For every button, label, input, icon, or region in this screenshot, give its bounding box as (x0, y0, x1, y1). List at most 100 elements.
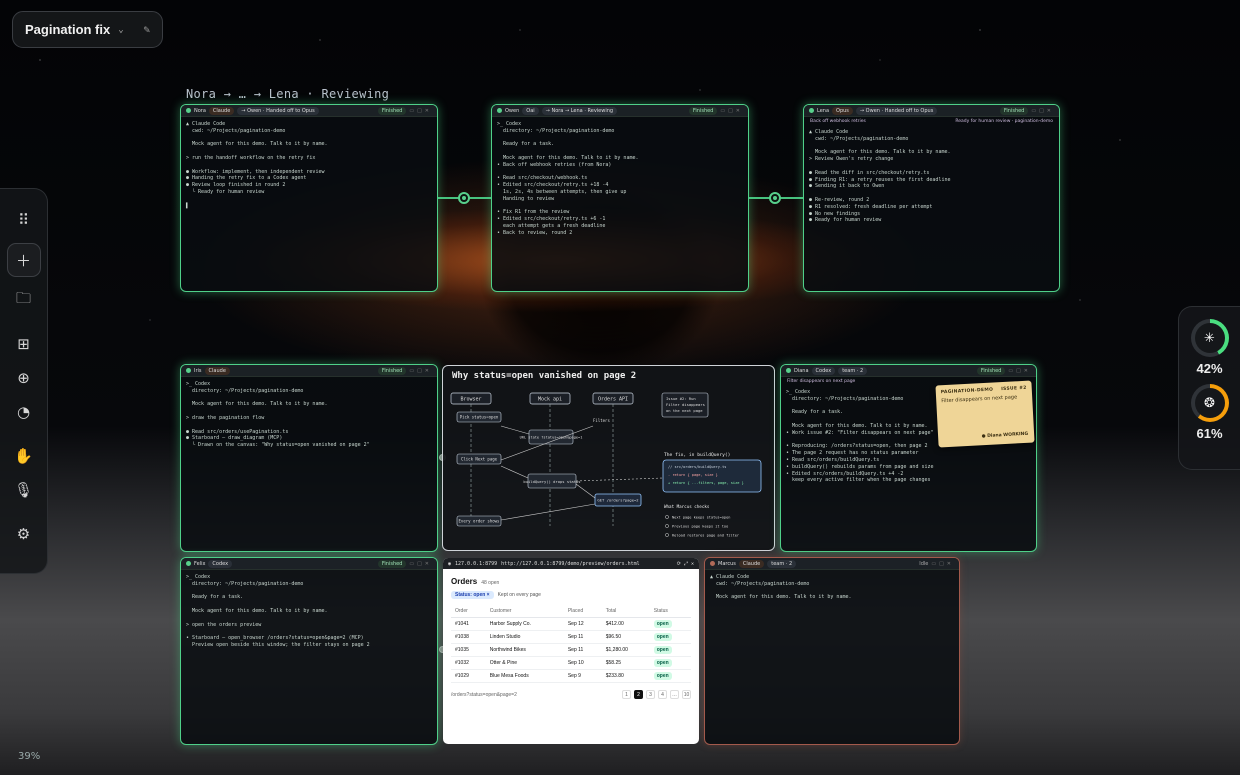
table-row[interactable]: #1035 Northwind Bikes Sep 11 $1,280.00 open (451, 643, 691, 657)
agent-window-iris[interactable]: Iris Claude Finished ▭□✕ >_ Codex direct… (180, 364, 438, 552)
terminal-output[interactable]: >_ Codex directory: ~/Projects/paginatio… (181, 570, 437, 653)
table-row[interactable]: #1041 Harbor Supply Co. Sep 12 $412.00 open (451, 617, 691, 631)
terminal-output[interactable]: >_ Codex directory: ~/Projects/paginatio… (492, 117, 748, 241)
table-row[interactable]: #1038 Linden Studio Sep 11 $96.50 open (451, 630, 691, 644)
column-header[interactable]: Total (601, 605, 650, 618)
page-button[interactable]: 1 (622, 690, 631, 699)
handoff-node[interactable] (769, 192, 781, 204)
table-cell: Harbor Supply Co. (485, 617, 564, 631)
window-controls-icon[interactable]: ▭□✕ (931, 561, 954, 567)
window-titlebar[interactable]: Owen Oai → Nora → Lena · Reviewing Finis… (492, 105, 748, 117)
terminal-output[interactable]: ▲ Claude Code cwd: ~/Projects/pagination… (181, 117, 437, 213)
window-controls-icon[interactable]: ▭□✕ (409, 368, 432, 374)
pagination-flow-diagram[interactable]: Browser Mock api Orders API Pick status=… (442, 365, 775, 551)
window-titlebar[interactable]: Marcus Claude team · 2 Idle ▭□✕ (705, 558, 959, 570)
handoff-node[interactable] (458, 192, 470, 204)
terminal-output[interactable]: ▲ Claude Code cwd: ~/Projects/pagination… (705, 570, 959, 605)
handoff-chip[interactable]: → Owen · Handed off to Opus (237, 106, 319, 115)
window-controls-icon[interactable]: ⟳ ⤢ ✕ (677, 561, 694, 567)
check-item: Next page keeps status=open (672, 516, 730, 520)
window-controls-icon[interactable]: ▭□✕ (1031, 108, 1054, 114)
agent-window-owen[interactable]: Owen Oai → Nora → Lena · Reviewing Finis… (491, 104, 749, 292)
checks-title: What Marcus checks (664, 504, 710, 509)
agent-chip[interactable]: Codex (811, 366, 836, 375)
microphone-icon[interactable]: 🎙 (7, 473, 41, 507)
agent-window-lena[interactable]: Lena Opus → Owen · Handed off to Opus Fi… (803, 104, 1060, 292)
zoom-level: 39% (18, 751, 41, 762)
agent-window-felix[interactable]: Felix Codex Finished ▭□✕ >_ Codex direct… (180, 557, 438, 745)
agent-chip[interactable]: Claude (204, 366, 230, 375)
table-cell: $96.50 (601, 630, 650, 644)
window-titlebar[interactable]: Diana Codex team · 2 Finished ▭□✕ (781, 365, 1036, 377)
settings-gear-icon[interactable]: ⚙ (7, 517, 41, 551)
window-user: Felix (194, 560, 206, 567)
palette-icon[interactable]: ◔ (7, 395, 41, 429)
lane-label-browser: Browser (460, 397, 481, 403)
table-row[interactable]: #1032 Otter & Pine Sep 10 $58.25 open (451, 656, 691, 670)
status-badge: open (653, 620, 672, 628)
browser-address-bar[interactable]: ◉ 127.0.0.1:8799 http://127.0.0.1:8799/d… (443, 558, 699, 569)
window-titlebar[interactable]: Lena Opus → Owen · Handed off to Opus Fi… (804, 105, 1059, 117)
browser-url[interactable]: http://127.0.0.1:8799/demo/preview/order… (501, 561, 639, 567)
filters-label: Filters (593, 418, 610, 423)
window-titlebar[interactable]: Iris Claude Finished ▭□✕ (181, 365, 437, 377)
agent-chip[interactable]: Codex (208, 559, 233, 568)
agent-window-marcus[interactable]: Marcus Claude team · 2 Idle ▭□✕ ▲ Claude… (704, 557, 960, 745)
status-filter-tag[interactable]: Status: open × (451, 591, 494, 599)
handoff-chip[interactable]: → Owen · Handed off to Opus (855, 106, 938, 115)
edit-icon[interactable]: ✎ (143, 23, 150, 36)
page-button[interactable]: 4 (658, 690, 667, 699)
page-button[interactable]: 10 (682, 690, 691, 699)
table-cell: $233.80 (601, 669, 650, 683)
lane-label-api: Orders API (598, 397, 628, 403)
table-cell: #1035 (451, 643, 486, 657)
team-chip[interactable]: team · 2 (767, 559, 797, 568)
agent-chip[interactable]: Opus (832, 106, 853, 115)
issue-line: on the next page (666, 408, 703, 413)
terminal-output[interactable]: >_ Codex directory: ~/Projects/paginatio… (181, 377, 437, 453)
workspace-title-pill[interactable]: Pagination fix ⌄ ✎ (12, 11, 163, 48)
terminal-output[interactable]: ▲ Claude Code cwd: ~/Projects/pagination… (804, 125, 1059, 228)
hand-tool-icon[interactable]: ✋ (7, 439, 41, 473)
window-controls-icon[interactable]: ▭□✕ (720, 108, 743, 114)
task-status: Ready for human review · pagination-demo (955, 118, 1053, 124)
column-header[interactable]: Customer (485, 605, 564, 618)
chevron-down-icon[interactable]: ⌄ (118, 25, 123, 35)
folder-icon[interactable]: 🗀 (7, 283, 41, 317)
window-controls-icon[interactable]: ▭□✕ (1008, 368, 1031, 374)
status-dot (186, 561, 191, 566)
table-cell: $412.00 (601, 617, 650, 631)
openai-usage-ring: ❂ (1190, 384, 1229, 422)
agent-chip[interactable]: Claude (208, 106, 235, 115)
column-header[interactable]: Order (451, 605, 486, 618)
new-window-button[interactable]: ＋ (6, 243, 41, 277)
handoff-chip[interactable]: → Nora → Lena · Reviewing (541, 106, 618, 115)
agent-chip[interactable]: Oai (522, 106, 539, 115)
page-button[interactable]: 3 (646, 690, 655, 699)
orders-preview-browser[interactable]: ◉ 127.0.0.1:8799 http://127.0.0.1:8799/d… (443, 558, 699, 744)
agent-chip[interactable]: Claude (738, 559, 765, 568)
page-button[interactable]: … (670, 690, 679, 699)
window-controls-icon[interactable]: ▭□✕ (409, 561, 432, 567)
page-button[interactable]: 2 (634, 690, 643, 699)
window-titlebar[interactable]: Felix Codex Finished ▭□✕ (181, 558, 437, 570)
orders-table: Order Customer Placed Total Status #1041 Harb… (451, 605, 691, 683)
column-header[interactable]: Status (649, 605, 691, 618)
issue-sticky-note[interactable]: PAGINATION-DEMO ISSUE #2 Filter disappea… (935, 380, 1035, 448)
table-cell: #1038 (451, 630, 486, 644)
layout-icon[interactable]: ⊕ (7, 361, 41, 395)
column-header[interactable]: Placed (563, 605, 602, 618)
apps-grid-icon[interactable]: ⊞ (7, 327, 41, 361)
window-controls-icon[interactable]: ▭□✕ (409, 108, 432, 114)
status-badge: open (653, 633, 672, 641)
team-chip[interactable]: team · 2 (838, 366, 868, 375)
drag-handle-icon[interactable]: ⠿ (7, 203, 41, 237)
agent-window-nora[interactable]: Nora Claude → Owen · Handed off to Opus … (180, 104, 438, 292)
window-user: Marcus (718, 560, 736, 567)
step-label: GET /orders?page=2 (597, 498, 638, 503)
table-cell: Sep 12 (563, 617, 602, 631)
table-row[interactable]: #1029 Blue Mesa Foods Sep 9 $233.80 open (451, 669, 691, 683)
fix-code-line: + return { ...filters, page, size } (668, 481, 744, 485)
window-titlebar[interactable]: Nora Claude → Owen · Handed off to Opus … (181, 105, 437, 117)
status-dot (497, 108, 502, 113)
